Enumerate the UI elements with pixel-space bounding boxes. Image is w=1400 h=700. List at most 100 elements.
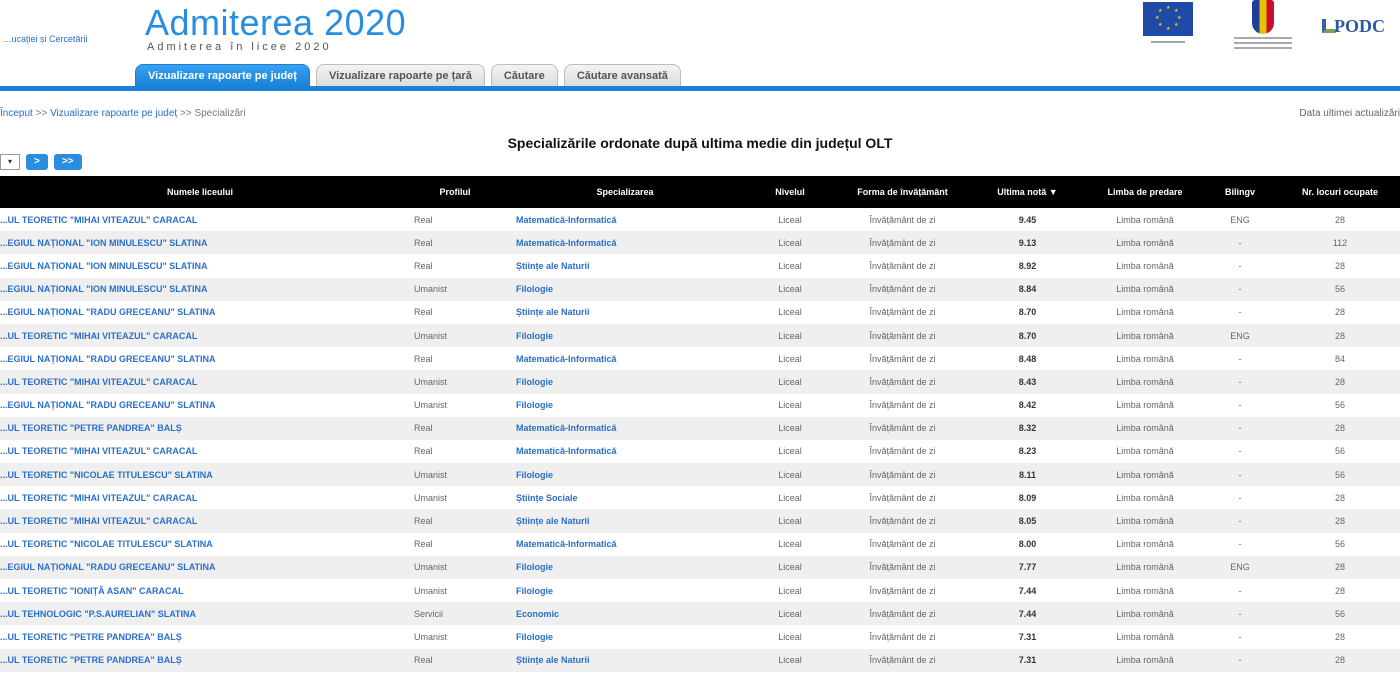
education-form-cell: Învățământ de zi bbox=[869, 516, 936, 527]
table-row: ...EGIUL NAȚIONAL "RADU GRECEANU" SLATIN… bbox=[0, 394, 1400, 417]
specialization-link[interactable]: Filologie bbox=[510, 278, 740, 301]
page-select[interactable]: ▾ bbox=[0, 154, 20, 170]
bilingual-cell: - bbox=[1238, 539, 1242, 550]
language-cell: Limba română bbox=[1116, 469, 1174, 480]
level-cell: Liceal bbox=[778, 562, 802, 573]
table-row: ...UL TEORETIC "PETRE PANDREA" BALȘ Real M… bbox=[0, 416, 1400, 440]
col-specialization[interactable]: Specializarea bbox=[510, 176, 740, 208]
specialization-link[interactable]: Filologie bbox=[510, 463, 740, 486]
col-bilingual[interactable]: Bilingv bbox=[1200, 176, 1280, 208]
specialization-link[interactable]: Filologie bbox=[510, 324, 740, 347]
school-name-link[interactable]: ...UL TEORETIC "PETRE PANDREA" BALȘ bbox=[0, 625, 400, 648]
last-grade-cell: 7.31 bbox=[1018, 655, 1037, 666]
bilingual-cell: - bbox=[1238, 631, 1242, 642]
school-name-link[interactable]: ...EGIUL NAȚIONAL "RADU GRECEANU" SLATIN… bbox=[0, 556, 400, 579]
school-name-link[interactable]: ...UL TEORETIC "MIHAI VITEAZUL" CARACAL bbox=[0, 486, 400, 509]
last-grade-cell: 7.44 bbox=[1018, 585, 1037, 596]
last-grade-cell: 8.70 bbox=[1018, 307, 1037, 318]
specialization-link[interactable]: Matematică-Informatică bbox=[510, 440, 740, 463]
breadcrumb-current: Specializări bbox=[194, 108, 246, 119]
last-update-note: Data ultimei actualizări bbox=[1299, 108, 1400, 119]
school-name-link[interactable]: ...UL TEORETIC "PETRE PANDREA" BALȘ bbox=[0, 649, 400, 672]
col-profile[interactable]: Profilul bbox=[400, 176, 510, 208]
school-name-link[interactable]: ...EGIUL NAȚIONAL "RADU GRECEANU" SLATIN… bbox=[0, 301, 400, 324]
specialization-link[interactable]: Matematică-Informatică bbox=[510, 231, 740, 254]
specialization-link[interactable]: Filologie bbox=[510, 625, 740, 648]
specialization-link[interactable]: Filologie bbox=[510, 394, 740, 417]
col-last-grade[interactable]: Ultima notă ▼ bbox=[965, 176, 1090, 208]
tab-advanced-search[interactable]: Căutare avansată bbox=[563, 64, 681, 86]
col-school-name[interactable]: Numele liceului bbox=[0, 176, 400, 208]
specialization-link[interactable]: Matematică-Informatică bbox=[510, 417, 740, 440]
school-name-link[interactable]: ...UL TEORETIC "NICOLAE TITULESCU" SLATI… bbox=[0, 533, 400, 556]
specialization-link[interactable]: Matematică-Informatică bbox=[510, 208, 740, 231]
last-grade-cell: 8.11 bbox=[1018, 469, 1037, 480]
page-root: ...ucației și Cercetării Admiterea 2020 … bbox=[0, 0, 1400, 700]
language-cell: Limba română bbox=[1116, 400, 1174, 411]
breadcrumb-reports[interactable]: Vizualizare rapoarte pe județ bbox=[50, 108, 177, 119]
level-cell: Liceal bbox=[778, 516, 802, 527]
col-occupied-places[interactable]: Nr. locuri ocupate bbox=[1280, 176, 1400, 208]
school-name-link[interactable]: ...EGIUL NAȚIONAL "ION MINULESCU" SLATIN… bbox=[0, 254, 400, 277]
last-grade-cell: 8.70 bbox=[1018, 330, 1037, 341]
level-cell: Liceal bbox=[778, 353, 802, 364]
specialization-link[interactable]: Matematică-Informatică bbox=[510, 533, 740, 556]
school-name-link[interactable]: ...UL TEORETIC "IONIȚĂ ASAN" CARACAL bbox=[0, 579, 400, 602]
col-education-form[interactable]: Forma de învățământ bbox=[840, 176, 965, 208]
specialization-link[interactable]: Științe ale Naturii bbox=[510, 649, 740, 672]
profile-cell: Umanist bbox=[414, 585, 448, 596]
school-name-link[interactable]: ...UL TEORETIC "MIHAI VITEAZUL" CARACAL bbox=[0, 509, 400, 532]
occupied-places-cell: 112 bbox=[1332, 237, 1348, 248]
profile-cell: Real bbox=[414, 539, 433, 550]
breadcrumb-home[interactable]: Început bbox=[0, 108, 33, 119]
bilingual-cell: - bbox=[1238, 446, 1242, 457]
school-name-link[interactable]: ...UL TEORETIC "NICOLAE TITULESCU" SLATI… bbox=[0, 463, 400, 486]
specialization-link[interactable]: Științe ale Naturii bbox=[510, 254, 740, 277]
school-name-link[interactable]: ...EGIUL NAȚIONAL "ION MINULESCU" SLATIN… bbox=[0, 231, 400, 254]
tab-search[interactable]: Căutare bbox=[490, 64, 558, 86]
profile-cell: Umanist bbox=[414, 376, 448, 387]
school-name-link[interactable]: ...EGIUL NAȚIONAL "RADU GRECEANU" SLATIN… bbox=[0, 347, 400, 370]
school-name-link[interactable]: ...EGIUL NAȚIONAL "ION MINULESCU" SLATIN… bbox=[0, 278, 400, 301]
specialization-link[interactable]: Matematică-Informatică bbox=[510, 347, 740, 370]
table-row: ...EGIUL NAȚIONAL "ION MINULESCU" SLATIN… bbox=[0, 231, 1400, 255]
specialization-link[interactable]: Științe ale Naturii bbox=[510, 509, 740, 532]
language-cell: Limba română bbox=[1116, 353, 1174, 364]
ministry-link[interactable]: ...ucației și Cercetării bbox=[4, 34, 88, 44]
next-page-button[interactable]: > bbox=[26, 154, 48, 170]
specialization-link[interactable]: Științe Sociale bbox=[510, 486, 740, 509]
specialization-link[interactable]: Economic bbox=[510, 602, 740, 625]
chevron-down-icon: ▾ bbox=[7, 157, 12, 166]
last-page-button[interactable]: >> bbox=[53, 154, 82, 170]
school-name-link[interactable]: ...UL TEORETIC "MIHAI VITEAZUL" CARACAL bbox=[0, 208, 400, 231]
tab-county-reports[interactable]: Vizualizare rapoarte pe județ bbox=[135, 64, 310, 86]
level-cell: Liceal bbox=[778, 400, 802, 411]
level-cell: Liceal bbox=[778, 284, 802, 295]
school-name-link[interactable]: ...UL TEORETIC "MIHAI VITEAZUL" CARACAL bbox=[0, 324, 400, 347]
school-name-link[interactable]: ...EGIUL NAȚIONAL "RADU GRECEANU" SLATIN… bbox=[0, 394, 400, 417]
occupied-places-cell: 28 bbox=[1334, 214, 1345, 225]
breadcrumb-separator: >> bbox=[35, 108, 48, 119]
education-form-cell: Învățământ de zi bbox=[869, 237, 936, 248]
specialization-link[interactable]: Științe ale Naturii bbox=[510, 301, 740, 324]
last-grade-cell: 8.43 bbox=[1018, 376, 1037, 387]
school-name-link[interactable]: ...UL TEORETIC "MIHAI VITEAZUL" CARACAL bbox=[0, 370, 400, 393]
specialization-link[interactable]: Filologie bbox=[510, 370, 740, 393]
bilingual-cell: - bbox=[1238, 307, 1242, 318]
school-name-link[interactable]: ...UL TEORETIC "MIHAI VITEAZUL" CARACAL bbox=[0, 440, 400, 463]
school-name-link[interactable]: ...UL TEORETIC "PETRE PANDREA" BALȘ bbox=[0, 417, 400, 440]
tab-country-reports[interactable]: Vizualizare rapoarte pe țară bbox=[315, 64, 485, 86]
school-name-link[interactable]: ...UL TEHNOLOGIC "P.S.AURELIAN" SLATINA bbox=[0, 602, 400, 625]
education-form-cell: Învățământ de zi bbox=[869, 284, 936, 295]
occupied-places-cell: 28 bbox=[1334, 260, 1345, 271]
last-grade-cell: 8.84 bbox=[1018, 284, 1037, 295]
col-teaching-language[interactable]: Limba de predare bbox=[1090, 176, 1200, 208]
profile-cell: Real bbox=[414, 353, 433, 364]
last-grade-cell: 8.05 bbox=[1018, 516, 1037, 527]
specialization-link[interactable]: Filologie bbox=[510, 556, 740, 579]
specialization-link[interactable]: Filologie bbox=[510, 579, 740, 602]
col-level[interactable]: Nivelul bbox=[740, 176, 840, 208]
occupied-places-cell: 84 bbox=[1334, 353, 1345, 364]
level-cell: Liceal bbox=[778, 423, 802, 434]
profile-cell: Real bbox=[414, 214, 433, 225]
